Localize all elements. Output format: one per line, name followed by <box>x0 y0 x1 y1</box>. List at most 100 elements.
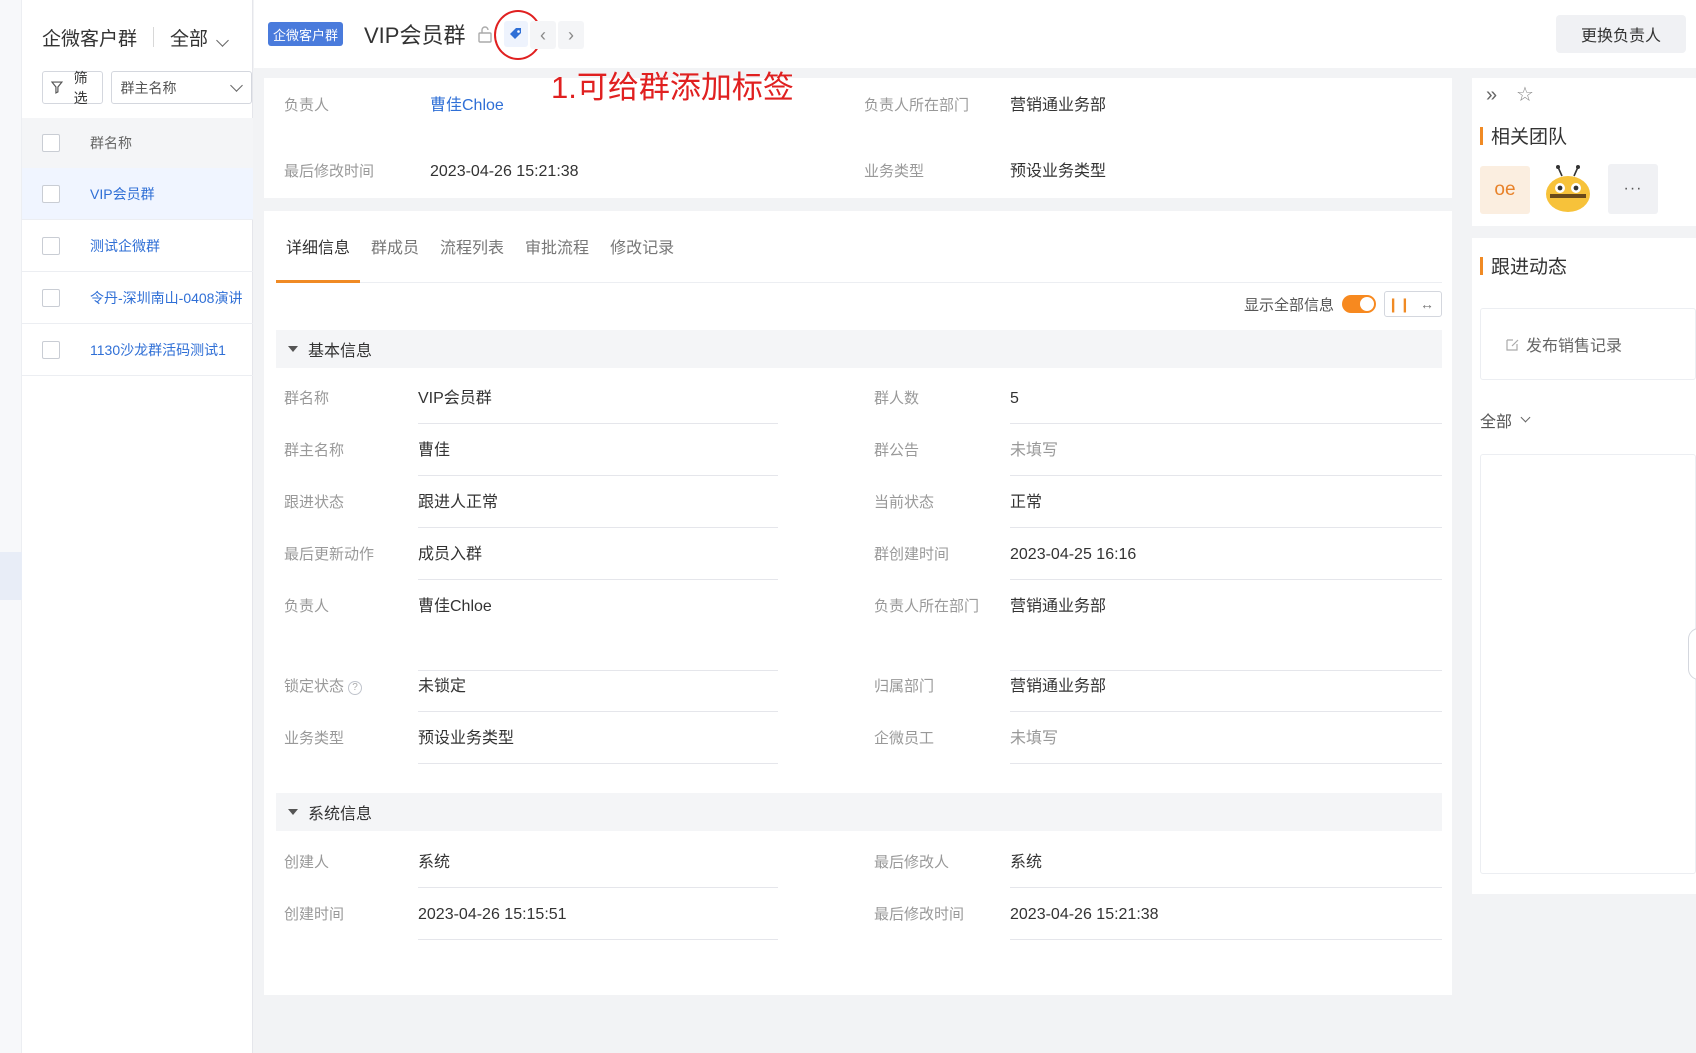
tab-change-log[interactable]: 修改记录 <box>600 231 684 283</box>
row-checkbox[interactable] <box>42 340 60 359</box>
collapse-panel-icon[interactable]: » <box>1486 84 1497 107</box>
more-members-button[interactable]: ··· <box>1608 164 1658 214</box>
header-divider <box>153 27 155 47</box>
field-value: 预设业务类型 <box>418 725 778 764</box>
field-value: 系统 <box>418 849 778 888</box>
section-basic-info[interactable]: 基本信息 <box>276 330 1442 368</box>
field-value: 跟进人正常 <box>418 489 778 528</box>
row-checkbox[interactable] <box>42 236 60 255</box>
feed-list <box>1480 454 1696 874</box>
list-item[interactable]: 令丹-深圳南山-0408演讲 <box>22 272 253 324</box>
object-type-badge: 企微客户群 <box>268 22 344 46</box>
collapse-triangle-icon <box>288 809 298 815</box>
field-value: 曹佳 <box>418 437 778 476</box>
detail-card: 详细信息 群成员 流程列表 审批流程 修改记录 显示全部信息 ❙❙ ↔ 基本信息… <box>264 211 1452 995</box>
row-checkbox[interactable] <box>42 184 60 203</box>
left-nav-strip <box>0 0 22 1053</box>
publish-sales-record-label: 发布销售记录 <box>1526 338 1623 355</box>
feed-filter-dropdown[interactable]: 全部 <box>1480 408 1531 432</box>
field-value: 营销通业务部 <box>1010 673 1442 712</box>
field-value: 营销通业务部 <box>1010 593 1442 671</box>
expand-width-icon[interactable]: ↔ <box>1413 292 1441 316</box>
section-system-info[interactable]: 系统信息 <box>276 793 1442 831</box>
detail-header: 企微客户群 VIP会员群 ‹ › 更换负责人 <box>254 0 1696 68</box>
tab-group-members[interactable]: 群成员 <box>361 231 429 283</box>
list-item[interactable]: 1130沙龙群活码测试1 <box>22 324 253 376</box>
summary-dept-value: 营销通业务部 <box>1010 97 1107 114</box>
field-label: 锁定状态? <box>284 673 363 701</box>
tab-process-list[interactable]: 流程列表 <box>430 231 514 283</box>
lock-icon[interactable] <box>476 24 494 44</box>
summary-dept-label: 负责人所在部门 <box>864 97 970 114</box>
field-value: 2023-04-25 16:16 <box>1010 541 1442 580</box>
tab-approval-flow[interactable]: 审批流程 <box>515 231 599 283</box>
owner-link[interactable]: 曹佳Chloe <box>418 593 778 671</box>
column-header-name: 群名称 <box>90 135 132 151</box>
section-accent-bar <box>1480 126 1483 145</box>
related-team-panel: » ☆ 相关团队 oe ··· <box>1472 78 1696 226</box>
avatar[interactable]: oe <box>1480 166 1530 214</box>
publish-sales-record-button[interactable]: 发布销售记录 <box>1480 308 1696 380</box>
next-record-button[interactable]: › <box>558 21 584 49</box>
field-label: 最后更新动作 <box>284 546 375 563</box>
related-team-title: 相关团队 <box>1491 127 1568 148</box>
filter-field-select[interactable]: 群主名称 <box>111 71 252 104</box>
list-column-header: 群名称 <box>22 118 253 168</box>
show-all-toggle[interactable] <box>1342 295 1376 313</box>
edit-icon <box>1506 338 1519 351</box>
summary-owner-label: 负责人 <box>284 97 330 114</box>
section-basic-title: 基本信息 <box>308 343 373 360</box>
field-value: 正常 <box>1010 489 1442 528</box>
group-name-link[interactable]: 令丹-深圳南山-0408演讲 <box>90 288 242 308</box>
tab-detail-info[interactable]: 详细信息 <box>276 231 361 283</box>
field-value: 5 <box>1010 385 1442 424</box>
chevron-right-icon: › <box>568 24 574 45</box>
field-label: 群名称 <box>284 390 330 407</box>
field-label: 创建人 <box>284 854 330 871</box>
field-label: 最后修改人 <box>874 854 950 871</box>
chevron-left-icon: ‹ <box>540 24 546 45</box>
annotation-text: 1.可给群添加标签 <box>551 70 794 105</box>
section-accent-bar <box>1480 256 1483 275</box>
left-nav-active-marker <box>0 552 22 600</box>
page-title: VIP会员群 <box>364 23 466 48</box>
help-question-icon[interactable]: ? <box>348 681 363 695</box>
select-all-checkbox[interactable] <box>42 134 60 152</box>
row-checkbox[interactable] <box>42 288 60 307</box>
show-all-label: 显示全部信息 <box>1243 296 1334 314</box>
field-value: 2023-04-26 15:21:38 <box>1010 901 1442 940</box>
group-name-link[interactable]: 测试企微群 <box>90 236 160 256</box>
group-name-link[interactable]: 1130沙龙群活码测试1 <box>90 340 226 360</box>
list-item[interactable]: VIP会员群 <box>22 168 253 220</box>
scope-dropdown-label: 全部 <box>170 28 209 50</box>
chevron-down-icon <box>1520 412 1531 423</box>
list-title: 企微客户群 <box>42 28 138 50</box>
collapse-triangle-icon <box>288 346 298 352</box>
field-value: 2023-04-26 15:15:51 <box>418 901 778 940</box>
list-item[interactable]: 测试企微群 <box>22 220 253 272</box>
bee-avatar-icon[interactable] <box>1540 164 1596 216</box>
group-name-link[interactable]: VIP会员群 <box>90 184 155 204</box>
two-column-layout-icon[interactable]: ❙❙ <box>1385 292 1413 316</box>
field-label: 企微员工 <box>874 730 935 747</box>
scope-dropdown[interactable]: 全部 <box>170 24 229 51</box>
funnel-icon <box>51 81 63 94</box>
summary-owner-link[interactable]: 曹佳Chloe <box>430 92 504 120</box>
summary-biz-value: 预设业务类型 <box>1010 163 1107 180</box>
field-label: 群人数 <box>874 390 920 407</box>
field-label: 负责人 <box>284 598 330 615</box>
field-label: 当前状态 <box>874 494 935 511</box>
change-owner-button[interactable]: 更换负责人 <box>1556 15 1686 53</box>
detail-tabs: 详细信息 群成员 流程列表 审批流程 修改记录 <box>276 231 1442 283</box>
previous-record-button[interactable]: ‹ <box>530 21 556 49</box>
field-value: 系统 <box>1010 849 1442 888</box>
pin-icon[interactable]: ☆ <box>1516 82 1534 107</box>
scroll-handle[interactable] <box>1688 628 1696 680</box>
field-label: 最后修改时间 <box>874 906 965 923</box>
related-team-header: 相关团队 <box>1480 122 1567 149</box>
summary-modified-value: 2023-04-26 15:21:38 <box>430 163 579 180</box>
filter-button[interactable]: 筛选 <box>42 70 104 106</box>
filter-field-value: 群主名称 <box>120 79 177 96</box>
summary-biz-label: 业务类型 <box>864 163 925 180</box>
field-label: 群公告 <box>874 442 920 459</box>
